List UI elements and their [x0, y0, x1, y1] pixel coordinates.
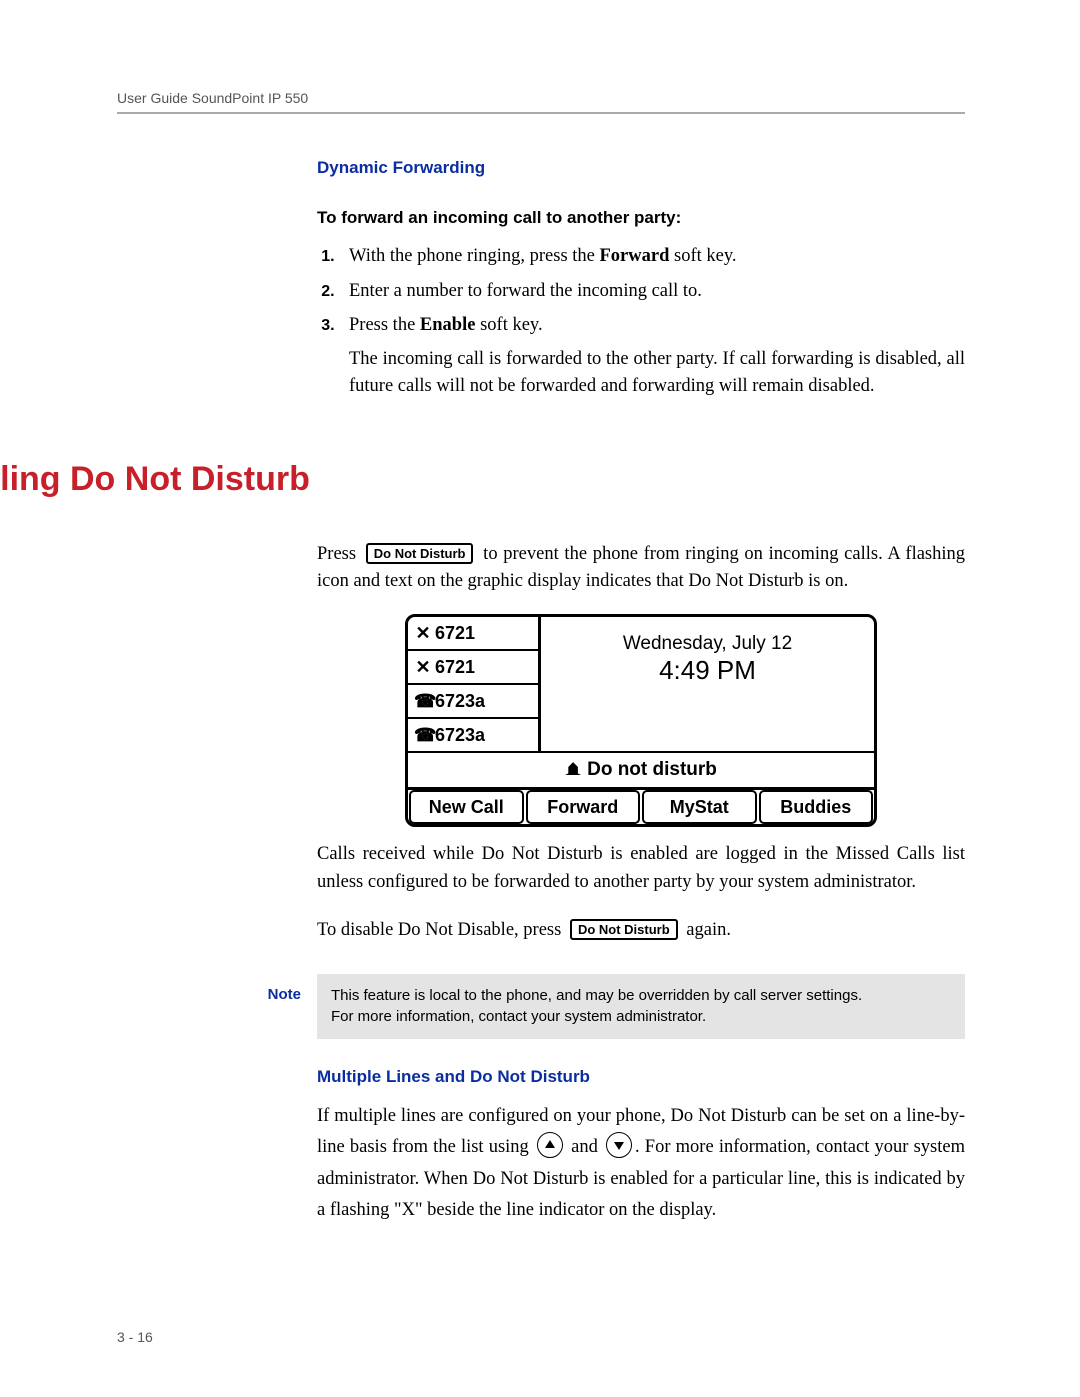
dnd-paragraph-2: Calls received while Do Not Disturb is e… — [317, 841, 965, 897]
step-3-text-pre: Press the — [349, 315, 420, 335]
softkey-mystat: MyStat — [642, 790, 757, 824]
step-2: Enter a number to forward the incoming c… — [339, 277, 965, 306]
dnd-paragraph-3: To disable Do Not Disable, press Do Not … — [317, 917, 965, 945]
phone-icon: ☎ — [414, 725, 432, 746]
up-arrow-icon — [537, 1132, 563, 1158]
do-not-disturb-key-icon: Do Not Disturb — [366, 543, 474, 564]
step-3-bold: Enable — [420, 315, 476, 335]
phone-display-illustration: ✕6721 ✕6721 ☎6723a ☎6723a Wednesday, Jul… — [405, 614, 877, 827]
note-line-1: This feature is local to the phone, and … — [331, 987, 862, 1004]
dnd-paragraph-1: Press Do Not Disturb to prevent the phon… — [317, 541, 965, 597]
lcd-line-2: ✕6721 — [408, 651, 538, 685]
lcd-line-3-label: 6723a — [435, 691, 485, 712]
softkey-new-call: New Call — [409, 790, 524, 824]
step-1: With the phone ringing, press the Forwar… — [339, 242, 965, 271]
phone-icon: ☎ — [414, 691, 432, 712]
running-header: User Guide SoundPoint IP 550 — [117, 90, 965, 106]
content-column: Dynamic Forwarding To forward an incomin… — [317, 158, 965, 400]
section-title-dynamic-forwarding: Dynamic Forwarding — [317, 158, 965, 178]
note-label: Note — [227, 974, 317, 1039]
x-icon: ✕ — [414, 657, 432, 678]
multiple-lines-paragraph: If multiple lines are configured on your… — [317, 1101, 965, 1227]
lcd-line-3: ☎6723a — [408, 685, 538, 719]
header-rule — [117, 112, 965, 114]
dnd-p3-post: again. — [682, 920, 731, 940]
note-body: This feature is local to the phone, and … — [317, 974, 965, 1039]
bell-icon — [565, 762, 581, 778]
lcd-date: Wednesday, July 12 — [541, 633, 874, 655]
dnd-p3-pre: To disable Do Not Disable, press — [317, 920, 566, 940]
ml-and: and — [566, 1137, 603, 1157]
lcd-frame: ✕6721 ✕6721 ☎6723a ☎6723a Wednesday, Jul… — [405, 614, 877, 827]
do-not-disturb-key-icon: Do Not Disturb — [570, 919, 678, 940]
x-icon: ✕ — [414, 623, 432, 644]
lcd-line-4-label: 6723a — [435, 725, 485, 746]
note-line-2: For more information, contact your syste… — [331, 1008, 706, 1025]
softkey-forward: Forward — [526, 790, 641, 824]
page-number: 3 - 16 — [117, 1329, 153, 1345]
lcd-upper: ✕6721 ✕6721 ☎6723a ☎6723a Wednesday, Jul… — [408, 617, 874, 751]
dnd-p1-pre: Press — [317, 544, 362, 564]
note-block: Note This feature is local to the phone,… — [227, 974, 965, 1039]
step-1-bold: Forward — [600, 246, 670, 266]
lcd-dnd-text: Do not disturb — [587, 759, 717, 781]
section-title-multiple-lines: Multiple Lines and Do Not Disturb — [317, 1067, 965, 1087]
lcd-line-list: ✕6721 ✕6721 ☎6723a ☎6723a — [408, 617, 541, 751]
softkey-buddies: Buddies — [759, 790, 874, 824]
step-3: Press the Enable soft key. The incoming … — [339, 311, 965, 399]
step-3-tail: The incoming call is forwarded to the ot… — [349, 346, 965, 400]
lcd-line-1: ✕6721 — [408, 617, 538, 651]
lcd-line-1-label: 6721 — [435, 623, 475, 644]
heading-enabling-dnd: Enabling Do Not Disturb — [0, 460, 965, 499]
procedure-steps: With the phone ringing, press the Forwar… — [317, 242, 965, 400]
lcd-line-4: ☎6723a — [408, 719, 538, 751]
step-1-text-post: soft key. — [669, 246, 736, 266]
lcd-main: Wednesday, July 12 4:49 PM — [541, 617, 874, 751]
step-3-text-post: soft key. — [475, 315, 542, 335]
lcd-time: 4:49 PM — [541, 655, 874, 686]
down-arrow-icon — [606, 1132, 632, 1158]
lcd-softkeys: New Call Forward MyStat Buddies — [408, 790, 874, 824]
lcd-dnd-row: Do not disturb — [408, 751, 874, 790]
document-page: User Guide SoundPoint IP 550 Dynamic For… — [0, 0, 1080, 1397]
dnd-section: Press Do Not Disturb to prevent the phon… — [317, 541, 965, 1227]
lcd-line-2-label: 6721 — [435, 657, 475, 678]
step-1-text-pre: With the phone ringing, press the — [349, 246, 600, 266]
procedure-title: To forward an incoming call to another p… — [317, 208, 965, 228]
